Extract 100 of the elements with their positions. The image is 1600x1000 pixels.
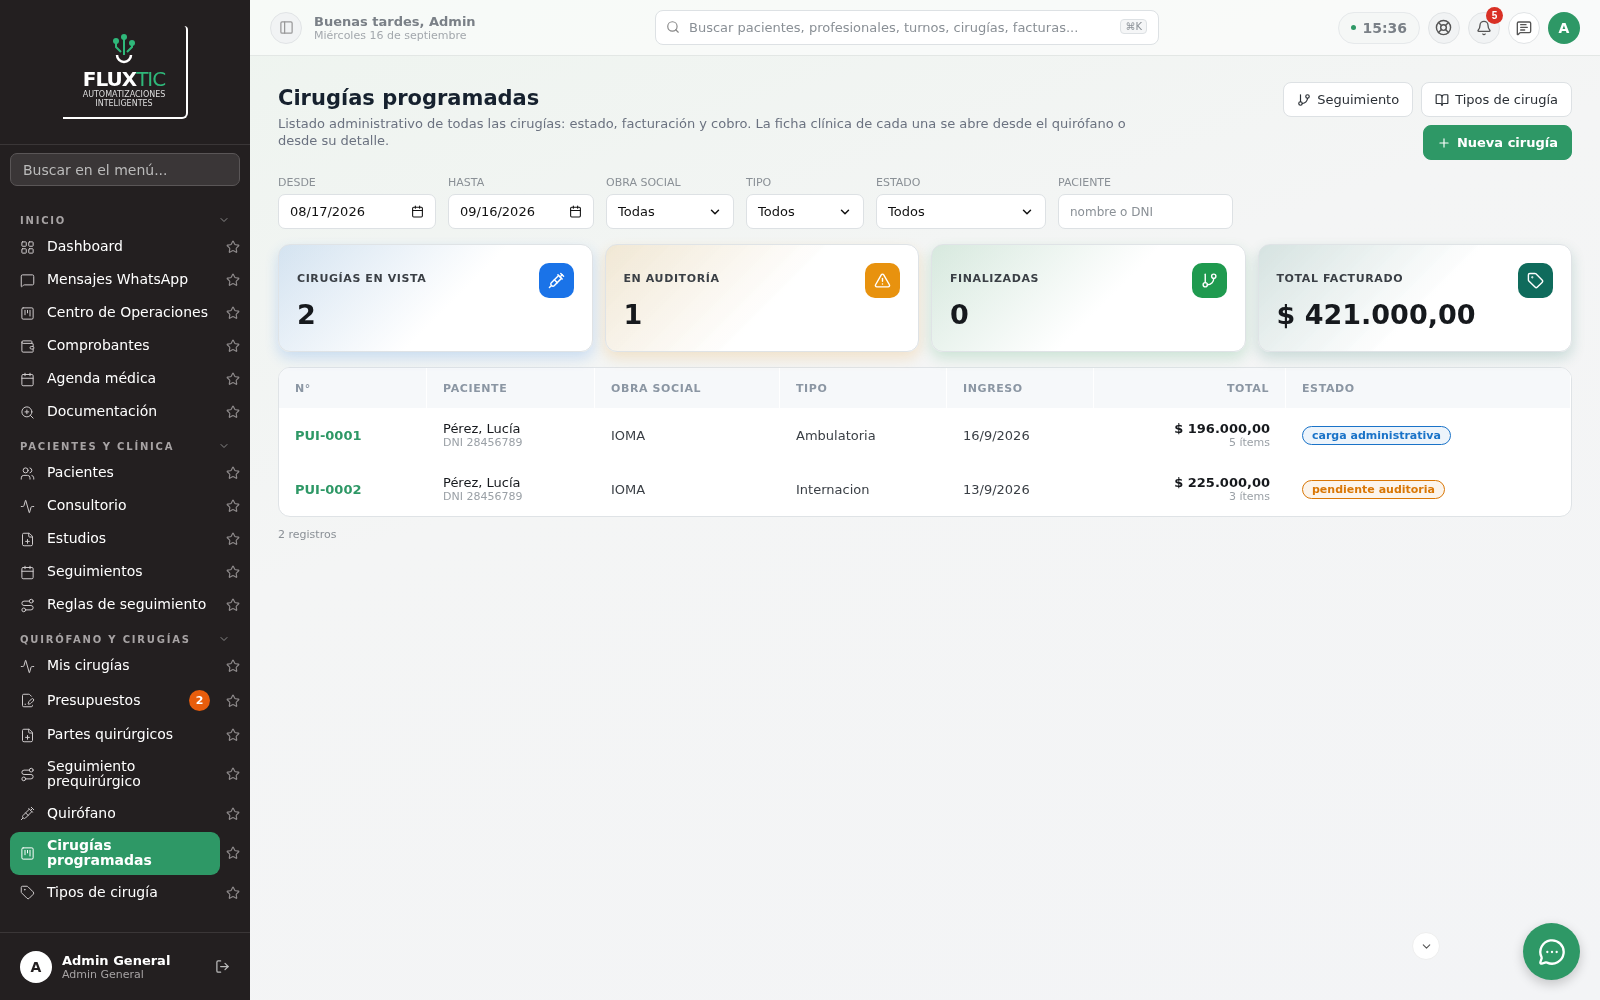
date-field[interactable]: 09/16/2026 bbox=[448, 194, 594, 229]
total-amount: $ 196.000,00 bbox=[1174, 421, 1270, 436]
stat-label: TOTAL FACTURADO bbox=[1276, 272, 1405, 285]
menu-item[interactable]: Mensajes WhatsApp bbox=[10, 265, 220, 295]
menu-item[interactable]: Estudios bbox=[10, 524, 220, 554]
star-icon[interactable] bbox=[226, 846, 240, 861]
action-button[interactable]: Seguimiento bbox=[1283, 82, 1414, 117]
menu-search-field[interactable]: Buscar en el menú... bbox=[10, 153, 240, 186]
route-icon bbox=[20, 597, 35, 613]
tag-icon bbox=[20, 885, 35, 901]
count-badge: 2 bbox=[189, 690, 210, 711]
star-icon[interactable] bbox=[226, 598, 240, 612]
menu-item[interactable]: Partes quirúrgicos bbox=[10, 720, 220, 750]
sidebar-toggle-button[interactable] bbox=[270, 11, 302, 44]
column-header: PACIENTE bbox=[427, 368, 595, 408]
menu-item[interactable]: Quirófano bbox=[10, 798, 220, 829]
patient-field[interactable]: nombre o DNI bbox=[1058, 194, 1233, 229]
stat-label: FINALIZADAS bbox=[950, 272, 1041, 285]
menu-item[interactable]: Seguimientos bbox=[10, 557, 220, 587]
filter-label: TIPO bbox=[746, 176, 773, 189]
column-header: ESTADO bbox=[1286, 368, 1571, 408]
grid-icon bbox=[20, 239, 35, 255]
column-header: OBRA SOCIAL bbox=[595, 368, 780, 408]
file-plus-icon bbox=[20, 727, 35, 743]
pulse-icon bbox=[20, 498, 35, 514]
calendar-icon bbox=[411, 205, 424, 218]
column-header: TIPO bbox=[780, 368, 947, 408]
patient-dni: DNI 28456789 bbox=[443, 490, 523, 503]
table-cell: 13/9/2026 bbox=[963, 481, 1030, 497]
star-icon[interactable] bbox=[226, 372, 240, 386]
clock: 15:36 bbox=[1338, 11, 1420, 44]
status-tag: carga administrativa bbox=[1302, 425, 1451, 445]
search-icon bbox=[666, 20, 680, 34]
help-button[interactable] bbox=[1428, 11, 1460, 44]
user-avatar: A bbox=[20, 950, 52, 983]
messages-button[interactable] bbox=[1508, 11, 1540, 44]
chat-icon bbox=[1516, 19, 1532, 36]
star-icon[interactable] bbox=[226, 306, 240, 320]
page-title: Cirugías programadas bbox=[278, 86, 541, 110]
syringe-icon bbox=[20, 806, 35, 822]
calendar-icon bbox=[569, 205, 582, 218]
star-icon[interactable] bbox=[226, 499, 240, 513]
star-icon[interactable] bbox=[226, 405, 240, 419]
select-field[interactable]: Todas bbox=[606, 194, 734, 229]
user-name: Admin General bbox=[62, 952, 172, 968]
route-icon bbox=[20, 766, 35, 782]
star-icon[interactable] bbox=[226, 532, 240, 546]
new-button[interactable]: Nueva cirugía bbox=[1422, 125, 1572, 160]
select-field[interactable]: Todos bbox=[876, 194, 1046, 229]
star-icon[interactable] bbox=[226, 466, 240, 480]
menu-item[interactable]: Documentación bbox=[10, 397, 220, 427]
surgery-link[interactable]: PUI-0002 bbox=[295, 481, 362, 497]
star-icon[interactable] bbox=[226, 806, 240, 821]
user-avatar[interactable]: A bbox=[1548, 11, 1580, 44]
file-signature-icon bbox=[20, 693, 35, 708]
star-icon[interactable] bbox=[226, 693, 240, 708]
menu-item[interactable]: Reglas de seguimiento bbox=[10, 590, 220, 620]
table-cell: Internacion bbox=[796, 481, 870, 497]
surgery-link[interactable]: PUI-0001 bbox=[295, 427, 362, 443]
star-icon[interactable] bbox=[226, 339, 240, 353]
stat-value: 1 bbox=[623, 299, 644, 330]
column-header: TOTAL bbox=[1094, 368, 1286, 408]
menu-item[interactable]: Cirugías programadas bbox=[10, 831, 220, 875]
menu-item[interactable]: Mis cirugías bbox=[10, 651, 220, 681]
menu-item[interactable]: Dashboard bbox=[10, 232, 220, 262]
bell-icon bbox=[1476, 19, 1492, 36]
record-count: 2 registros bbox=[278, 528, 338, 541]
menu-item[interactable]: Consultorio bbox=[10, 491, 220, 521]
star-icon[interactable] bbox=[226, 885, 240, 900]
table-cell: 16/9/2026 bbox=[963, 427, 1030, 443]
select-field[interactable]: Todos bbox=[746, 194, 864, 229]
menu-item[interactable]: Presupuestos 2 bbox=[10, 684, 220, 717]
date-field[interactable]: 08/17/2026 bbox=[278, 194, 436, 229]
menu-item[interactable]: Agenda médica bbox=[10, 364, 220, 394]
star-icon[interactable] bbox=[226, 767, 240, 782]
menu-item[interactable]: Comprobantes bbox=[10, 331, 220, 361]
table-cell: IOMA bbox=[611, 481, 646, 497]
column-header: INGRESO bbox=[947, 368, 1094, 408]
star-icon[interactable] bbox=[226, 240, 240, 254]
stat-value: 2 bbox=[297, 299, 317, 330]
total-amount: $ 225.000,00 bbox=[1174, 475, 1270, 490]
menu-item[interactable]: Centro de Operaciones bbox=[10, 298, 220, 328]
shortcut-hint: ⌘K bbox=[1120, 19, 1147, 34]
chat-button[interactable] bbox=[1523, 923, 1580, 980]
menu-item[interactable]: Pacientes bbox=[10, 458, 220, 488]
notification-badge: 5 bbox=[1486, 6, 1503, 24]
branch-icon bbox=[1297, 92, 1312, 107]
pulse-icon bbox=[20, 658, 35, 674]
file-plus-icon bbox=[20, 531, 35, 547]
star-icon[interactable] bbox=[226, 659, 240, 673]
star-icon[interactable] bbox=[226, 565, 240, 579]
stat-value: $ 421.000,00 bbox=[1276, 299, 1477, 330]
star-icon[interactable] bbox=[226, 273, 240, 287]
menu-item[interactable]: Seguimiento prequirúrgico bbox=[10, 753, 220, 796]
zoom-icon bbox=[20, 404, 35, 420]
status-tag: pendiente auditoria bbox=[1302, 479, 1445, 499]
logout-icon[interactable] bbox=[215, 959, 230, 974]
menu-item[interactable]: Tipos de cirugía bbox=[10, 877, 220, 908]
star-icon[interactable] bbox=[226, 728, 240, 742]
action-button[interactable]: Tipos de cirugía bbox=[1421, 82, 1572, 117]
